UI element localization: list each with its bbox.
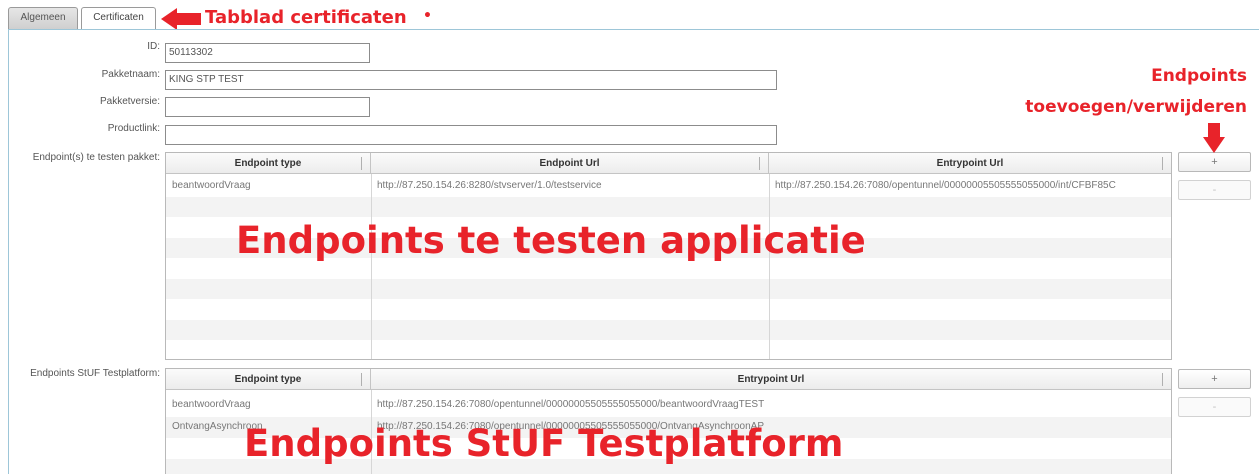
table-row-empty [166, 319, 1171, 340]
grid1-overlay-annotation: Endpoints te testen applicatie [236, 219, 866, 262]
endpoints-stuf-label: Endpoints StUF Testplatform: [30, 368, 160, 379]
column-header-endpoint-type[interactable]: Endpoint type [166, 153, 371, 174]
pakketversie-field[interactable] [165, 97, 370, 117]
table-row-empty [166, 299, 1171, 320]
cell-entrypoint-url: http://87.250.154.26:7080/opentunnel/000… [377, 399, 765, 410]
remove-stuf-endpoint-button[interactable]: - [1178, 397, 1251, 417]
tab-annotation-text: Tabblad certificaten [205, 7, 407, 28]
column-header-entrypoint-url[interactable]: Entrypoint Url [371, 369, 1171, 390]
table-row[interactable]: beantwoordVraag http://87.250.154.26:708… [166, 395, 1171, 416]
column-header-endpoint-url[interactable]: Endpoint Url [371, 153, 769, 174]
table-row-empty [166, 196, 1171, 217]
table-row-empty [166, 340, 1171, 359]
grid-header: Endpoint type Endpoint Url Entrypoint Ur… [166, 153, 1171, 174]
tab-algemeen[interactable]: Algemeen [8, 7, 78, 29]
cell-endpoint-type: beantwoordVraag [172, 399, 251, 410]
id-label: ID: [147, 41, 160, 52]
add-endpoint-button[interactable]: + [1178, 152, 1251, 172]
table-row[interactable]: beantwoordVraag http://87.250.154.26:828… [166, 176, 1171, 197]
endpoints-annotation-line1: Endpoints [1151, 66, 1247, 86]
left-arrow-icon [161, 8, 201, 30]
grid-header: Endpoint type Entrypoint Url [166, 369, 1171, 390]
column-header-entrypoint-url[interactable]: Entrypoint Url [769, 153, 1171, 174]
grid2-overlay-annotation: Endpoints StUF Testplatform [244, 422, 844, 465]
column-divider [371, 174, 372, 359]
add-stuf-endpoint-button[interactable]: + [1178, 369, 1251, 389]
down-arrow-icon [1203, 123, 1225, 153]
pakketnaam-field[interactable]: KING STP TEST [165, 70, 777, 90]
endpoints-annotation-line2: toevoegen/verwijderen [1025, 97, 1247, 117]
pakketnaam-label: Pakketnaam: [101, 69, 160, 80]
endpoints-test-label: Endpoint(s) te testen pakket: [32, 152, 160, 163]
remove-endpoint-button[interactable]: - [1178, 180, 1251, 200]
cell-entrypoint-url: http://87.250.154.26:7080/opentunnel/000… [775, 180, 1116, 191]
annotation-dot: • [423, 8, 432, 24]
id-field[interactable]: 50113302 [165, 43, 370, 63]
cell-endpoint-url: http://87.250.154.26:8280/stvserver/1.0/… [377, 180, 602, 191]
column-header-endpoint-type[interactable]: Endpoint type [166, 369, 371, 390]
cell-endpoint-type: beantwoordVraag [172, 180, 251, 191]
tab-certificaten[interactable]: Certificaten [81, 7, 156, 30]
column-divider [769, 174, 770, 359]
productlink-label: Productlink: [107, 123, 160, 134]
pakketversie-label: Pakketversie: [99, 96, 160, 107]
productlink-field[interactable] [165, 125, 777, 145]
table-row-empty [166, 278, 1171, 299]
